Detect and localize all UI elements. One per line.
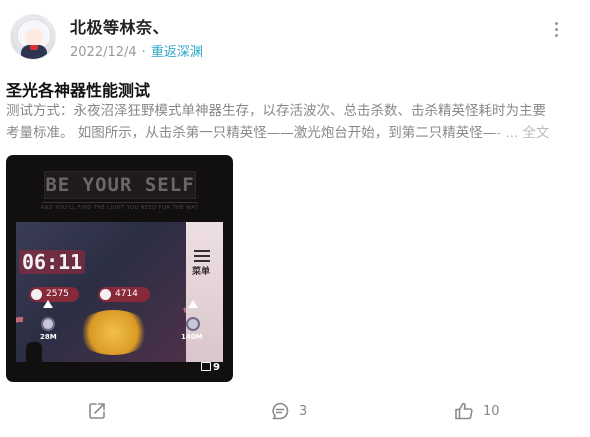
banner-divider [42,202,198,203]
comment-count: 3 [299,403,308,419]
share-icon [89,403,105,419]
comment-button[interactable]: 3 [269,400,307,422]
game-screenshot: 菜单 06:11 2575 4714 28M 140M [16,222,223,362]
kill-count-badge: 2575 [29,287,79,302]
elite-count-badge: 4714 [98,287,150,302]
like-count: 10 [483,403,500,419]
excerpt-fade-char: - [496,125,502,141]
share-button[interactable] [86,400,108,422]
meta-separator: · [141,45,146,60]
menu-icon [194,250,210,265]
full-text-link[interactable]: 全文 [522,125,549,141]
image-count-badge: 9 [201,362,220,373]
unit-marker [41,317,55,331]
image-banner: BE YOUR SELF [44,171,196,199]
source-link[interactable]: 重返深渊 [151,45,203,60]
author-name[interactable]: 北极等林奈、 [70,14,169,38]
image-stack-icon [201,362,211,371]
excerpt-line-1: 测试方式：永夜沼泽狂野模式单神器生存，以存活波次、总击杀数、击杀精英怪耗时为主要 [6,103,546,119]
post-image[interactable]: BE YOUR SELF AND YOU'LL FIND THE LIGHT Y… [6,155,233,382]
post-title[interactable]: 圣光各神器性能测试 [6,77,150,101]
avatar[interactable] [10,14,56,60]
kill-count: 2575 [46,289,69,299]
more-vertical-icon [554,34,558,37]
up-arrow-icon [43,300,53,308]
elite-count: 4714 [115,289,138,299]
up-arrow-icon [188,300,198,308]
post-card: 北极等林奈、 2022/12/4 · 重返深渊 圣光各神器性能测试 测试方式：永夜沼… [0,0,590,437]
comment-icon [272,402,289,420]
skull-icon [100,289,111,300]
post-excerpt[interactable]: 测试方式：永夜沼泽狂野模式单神器生存，以存活波次、总击杀数、击杀精英怪耗时为主要… [6,100,584,144]
post-meta: 2022/12/4 · 重返深渊 [70,41,203,60]
like-button[interactable]: 10 [453,400,500,422]
banner-subtitle: AND YOU'LL FIND THE LIGHT YOU NEED FOR T… [40,205,199,211]
image-count: 9 [213,362,220,373]
shadow-figure [26,342,42,362]
avatar-bow [30,45,38,50]
coin-pile [76,310,151,355]
side-panel [186,222,223,362]
kill-icon [31,289,42,300]
more-vertical-icon [554,28,558,31]
unit-marker [186,317,200,331]
game-timer: 06:11 [19,250,86,274]
unit-distance-right: 140M [181,333,203,341]
more-options-button[interactable] [551,22,561,44]
excerpt-line-2: 考量标准。 如图所示，从击杀第一只精英怪——激光炮台开始，到第二只精英怪—- .… [6,122,584,144]
menu-label: 菜单 [192,267,211,277]
thumbs-up-icon [455,402,473,420]
banner-text: BE YOUR SELF [45,174,195,196]
unit-distance-left: 28M [40,333,57,341]
post-date: 2022/12/4 [70,45,137,60]
more-vertical-icon [554,22,558,25]
excerpt-line-2-text: 考量标准。 如图所示，从击杀第一只精英怪——激光炮台开始，到第二只精英怪— [6,125,497,141]
excerpt-ellipsis: ... [505,125,519,141]
